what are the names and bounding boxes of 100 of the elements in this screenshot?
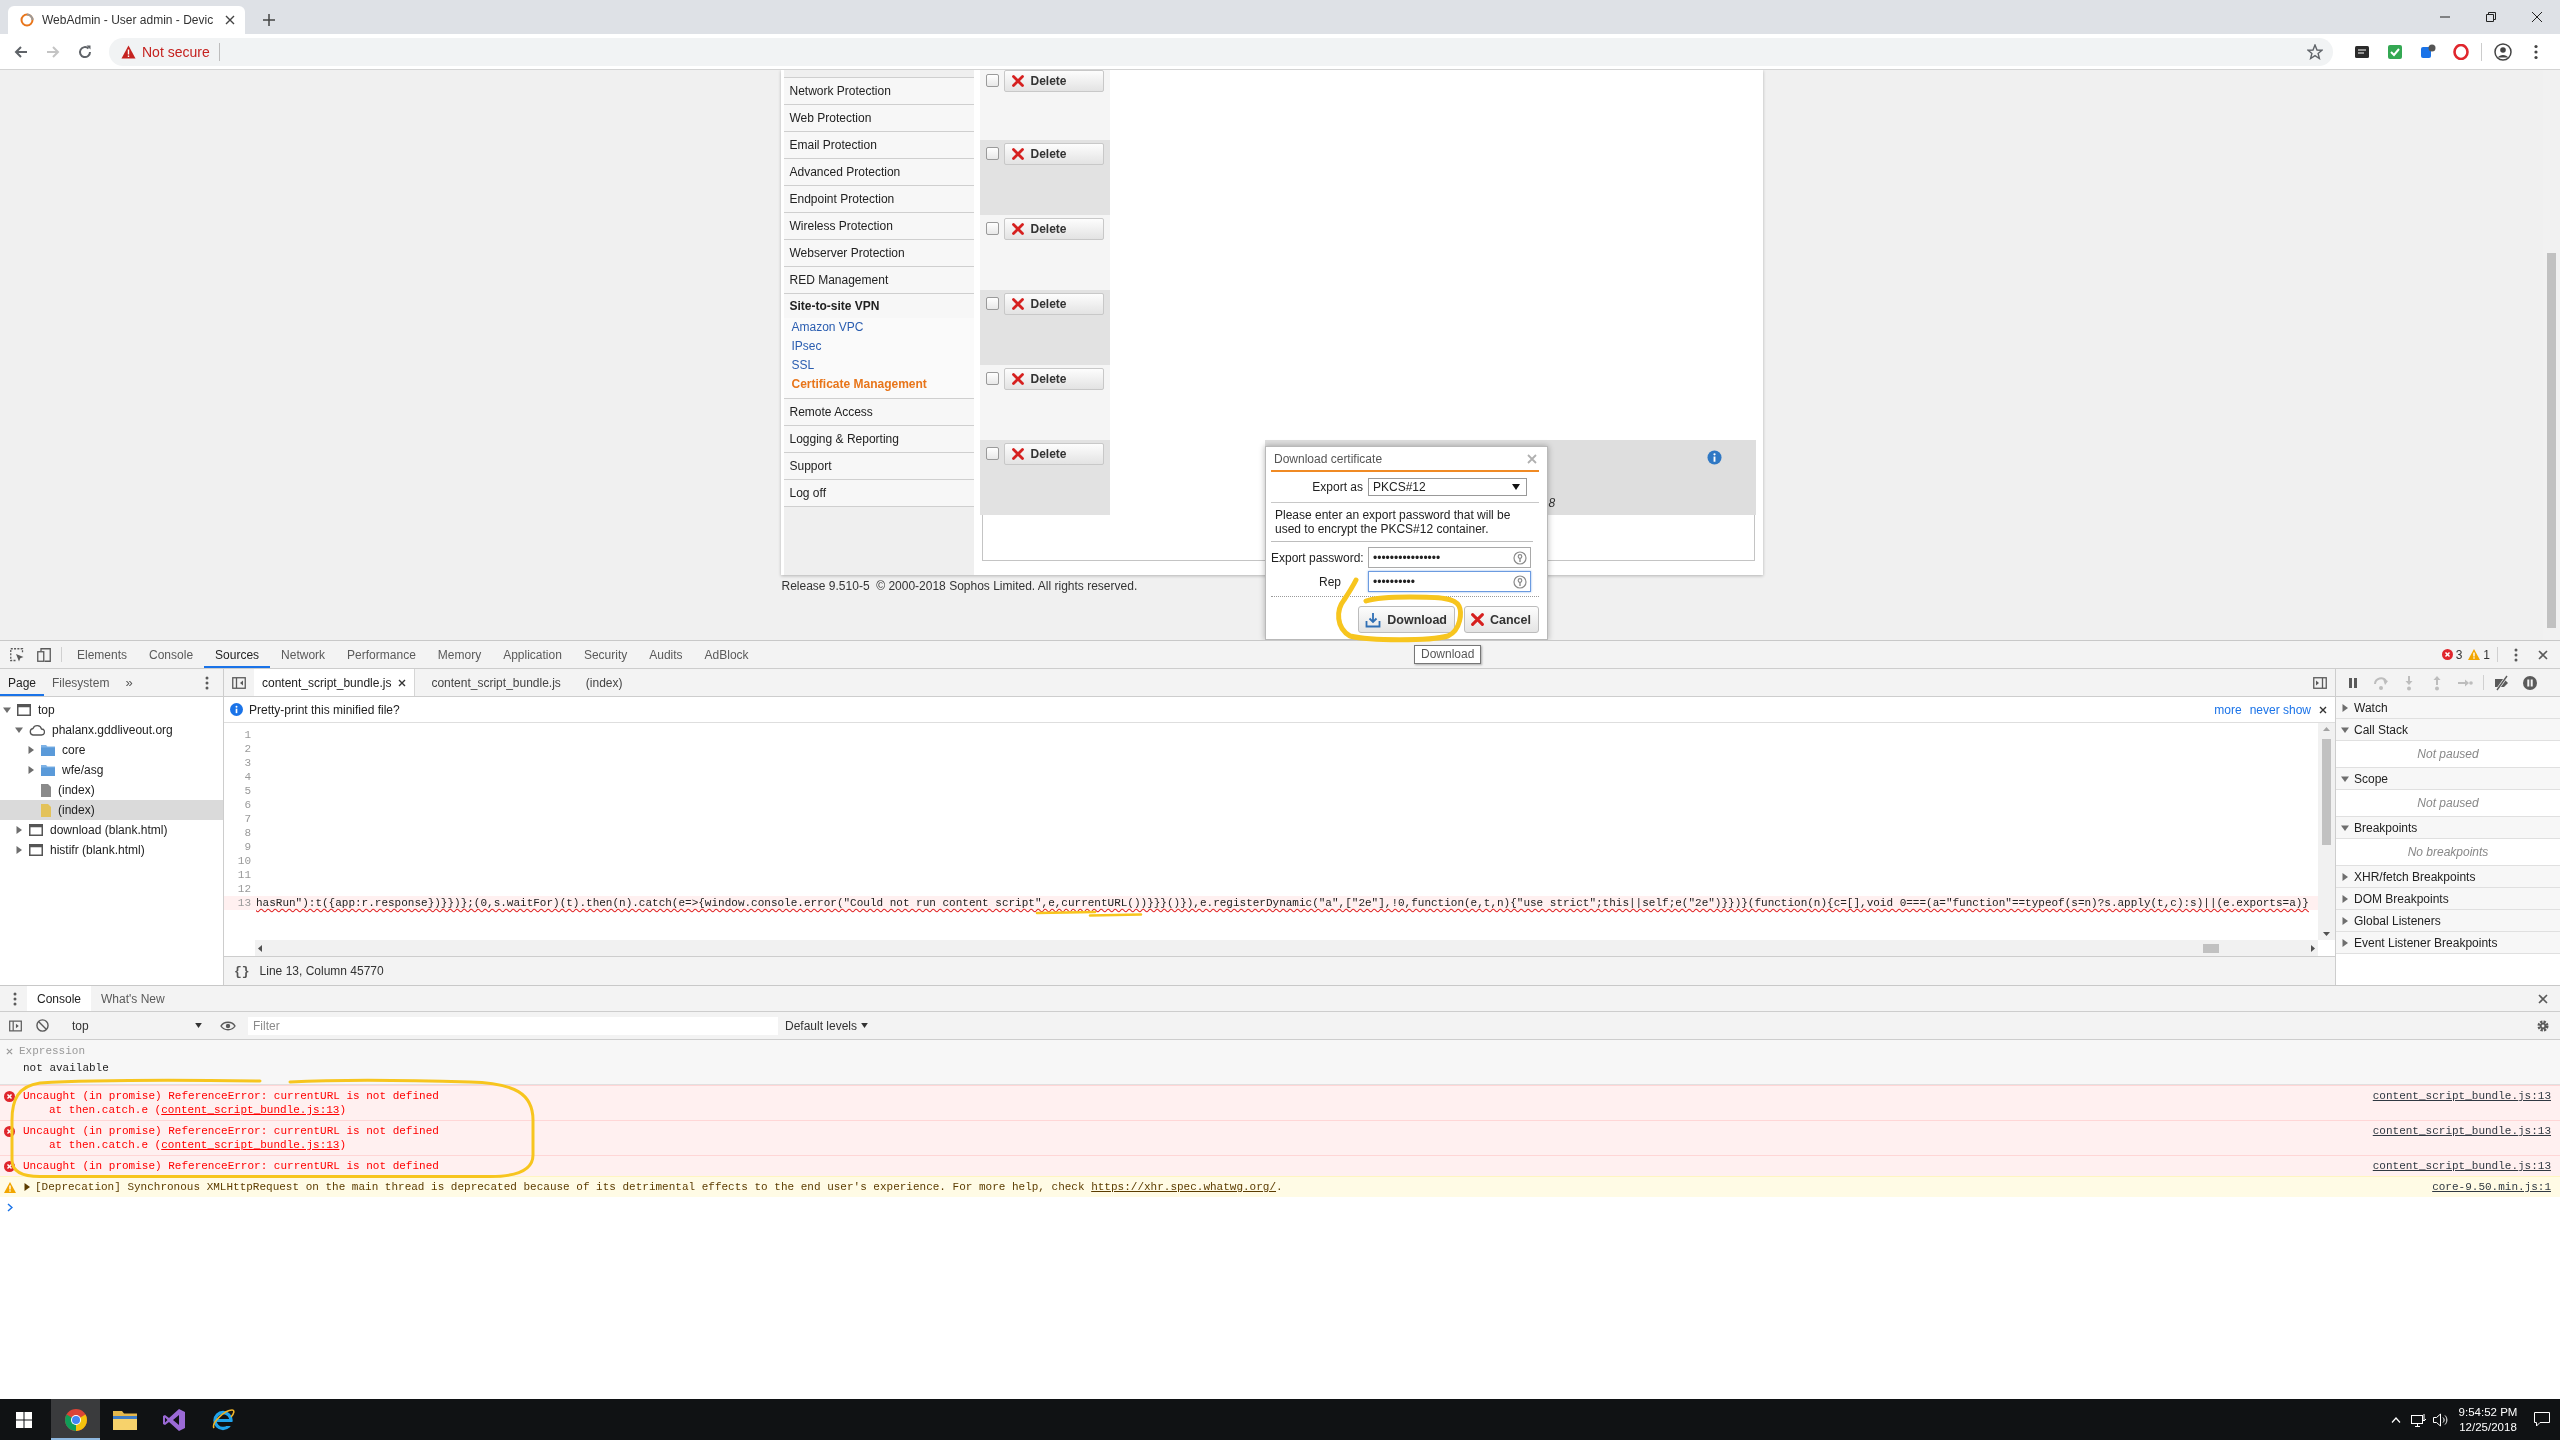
settings-icon[interactable]: [2535, 1018, 2550, 1033]
tree-item[interactable]: (index): [0, 800, 223, 820]
taskbar-clock[interactable]: 9:54:52 PM 12/25/2018: [2452, 1399, 2524, 1440]
plus-icon[interactable]: [263, 14, 275, 26]
delete-button[interactable]: Delete: [1003, 293, 1104, 315]
panel-tab[interactable]: AdBlock: [693, 641, 760, 668]
link[interactable]: more: [2214, 702, 2242, 717]
more-vertical-icon[interactable]: [204, 675, 209, 690]
info-icon[interactable]: [1706, 450, 1722, 465]
navigator-tab[interactable]: Filesystem: [44, 669, 118, 696]
inspect-icon[interactable]: [9, 647, 24, 662]
more-tabs-button[interactable]: »: [117, 669, 141, 696]
panel-tab[interactable]: Performance: [336, 641, 427, 668]
error-counter[interactable]: 3: [2438, 641, 2466, 668]
delete-button[interactable]: Delete: [1003, 443, 1104, 465]
menu-item[interactable]: Advanced Protection: [783, 159, 974, 186]
log-levels-dropdown[interactable]: Default levels: [785, 1018, 869, 1033]
download-button[interactable]: Download: [1358, 606, 1455, 633]
star-icon[interactable]: [2307, 43, 2323, 60]
file-tab[interactable]: content_script_bundle.js: [254, 669, 416, 696]
sidebar-toggle-icon[interactable]: [2313, 676, 2327, 689]
menu-item[interactable]: RED Management: [783, 267, 974, 294]
cancel-button[interactable]: Cancel: [1464, 606, 1539, 633]
close-icon[interactable]: [2537, 649, 2548, 660]
context-select[interactable]: top: [66, 1015, 206, 1036]
sidebar-toggle-icon[interactable]: [232, 676, 246, 689]
disclosure-triangle-icon[interactable]: [2341, 774, 2349, 783]
disclosure-triangle-icon[interactable]: [2341, 938, 2349, 947]
tree-item[interactable]: download (blank.html): [0, 820, 223, 840]
checkbox[interactable]: [985, 297, 999, 310]
reload-icon[interactable]: [77, 43, 93, 60]
source-link[interactable]: content_script_bundle.js:13: [2372, 1159, 2551, 1173]
eye-icon[interactable]: [220, 1020, 236, 1031]
panel-tab[interactable]: Elements: [66, 641, 139, 668]
disclosure-triangle-icon[interactable]: [2341, 872, 2349, 881]
network-icon[interactable]: [2411, 1412, 2427, 1427]
checkbox[interactable]: [985, 74, 999, 87]
filter-field[interactable]: Filter: [247, 1015, 779, 1036]
menu-icon[interactable]: [2533, 43, 2538, 60]
menu-item[interactable]: Web Protection: [783, 105, 974, 132]
crossed-tag-icon[interactable]: [2494, 674, 2510, 691]
disclosure-triangle-icon[interactable]: [23, 1183, 31, 1191]
disclosure-triangle-icon[interactable]: [2341, 894, 2349, 903]
panel-tab[interactable]: Security: [572, 641, 639, 668]
section-header[interactable]: Breakpoints: [2336, 817, 2560, 839]
tree-item[interactable]: (index): [0, 780, 223, 800]
menu-item[interactable]: Log off: [783, 480, 974, 507]
checkbox[interactable]: [985, 447, 999, 460]
volume-icon[interactable]: [2433, 1412, 2449, 1427]
section-header[interactable]: Call Stack: [2336, 719, 2560, 741]
close-icon[interactable]: [398, 678, 407, 687]
delete-button[interactable]: Delete: [1003, 218, 1104, 240]
section-header[interactable]: DOM Breakpoints: [2336, 888, 2560, 910]
disclosure-triangle-icon[interactable]: [2341, 703, 2349, 712]
password-field[interactable]: ••••••••••: [1368, 571, 1531, 592]
sidebar-toggle-icon[interactable]: [8, 1019, 22, 1032]
delete-button[interactable]: Delete: [1003, 368, 1104, 390]
link[interactable]: https://xhr.spec.whatwg.org/: [1091, 1181, 1276, 1193]
browser-tab[interactable]: WebAdmin - User admin - Devic: [8, 6, 245, 34]
pretty-print-button[interactable]: {}: [234, 963, 250, 979]
windows-start-icon[interactable]: [16, 1411, 32, 1428]
menu-item[interactable]: Logging & Reporting: [783, 426, 974, 453]
menu-group-header[interactable]: Site-to-site VPN: [783, 294, 974, 318]
panel-tab[interactable]: Network: [270, 641, 337, 668]
export-format-select[interactable]: PKCS#12: [1368, 478, 1527, 496]
source-link[interactable]: core-9.50.min.js:1: [2432, 1180, 2551, 1194]
menu-item[interactable]: Endpoint Protection: [783, 186, 974, 213]
profile-icon[interactable]: [2493, 42, 2512, 61]
delete-button[interactable]: Delete: [1003, 70, 1104, 92]
file-tab[interactable]: content_script_bundle.js: [423, 669, 570, 696]
more-vertical-icon[interactable]: [13, 991, 17, 1006]
close-icon[interactable]: [2532, 12, 2542, 22]
password-field[interactable]: ••••••••••••••••: [1368, 547, 1531, 568]
source-link[interactable]: content_script_bundle.js:13: [161, 1104, 340, 1116]
more-vertical-icon[interactable]: [2513, 647, 2518, 662]
submenu-item[interactable]: SSL: [783, 356, 974, 375]
extension-icon[interactable]: [2353, 43, 2370, 60]
file-tab[interactable]: (index): [577, 669, 632, 696]
submenu-item[interactable]: IPsec: [783, 337, 974, 356]
scrollbar-thumb[interactable]: [2203, 943, 2219, 953]
scrollbar-thumb[interactable]: [2322, 739, 2331, 845]
source-link[interactable]: content_script_bundle.js:13: [2372, 1089, 2551, 1103]
disclosure-triangle-icon[interactable]: [2341, 725, 2349, 734]
scroll-right-icon[interactable]: [2311, 944, 2315, 952]
link[interactable]: never show: [2249, 702, 2311, 717]
chevron-up-icon[interactable]: [2391, 1416, 2401, 1423]
ring-extension-icon[interactable]: [2452, 43, 2469, 60]
tree-item[interactable]: top: [0, 700, 223, 720]
panel-tab[interactable]: Console: [138, 641, 205, 668]
section-header[interactable]: Global Listeners: [2336, 910, 2560, 932]
section-header[interactable]: Watch: [2336, 697, 2560, 719]
close-icon[interactable]: [2319, 705, 2327, 714]
scroll-down-icon[interactable]: [2323, 932, 2330, 936]
submenu-item[interactable]: Amazon VPC: [783, 318, 974, 337]
circle-slash-icon[interactable]: [35, 1019, 49, 1032]
section-header[interactable]: XHR/fetch Breakpoints: [2336, 866, 2560, 888]
back-arrow-icon[interactable]: [13, 43, 29, 60]
scrollbar-thumb[interactable]: [2547, 253, 2556, 628]
source-link[interactable]: content_script_bundle.js:13: [161, 1139, 340, 1151]
checkbox[interactable]: [985, 372, 999, 385]
